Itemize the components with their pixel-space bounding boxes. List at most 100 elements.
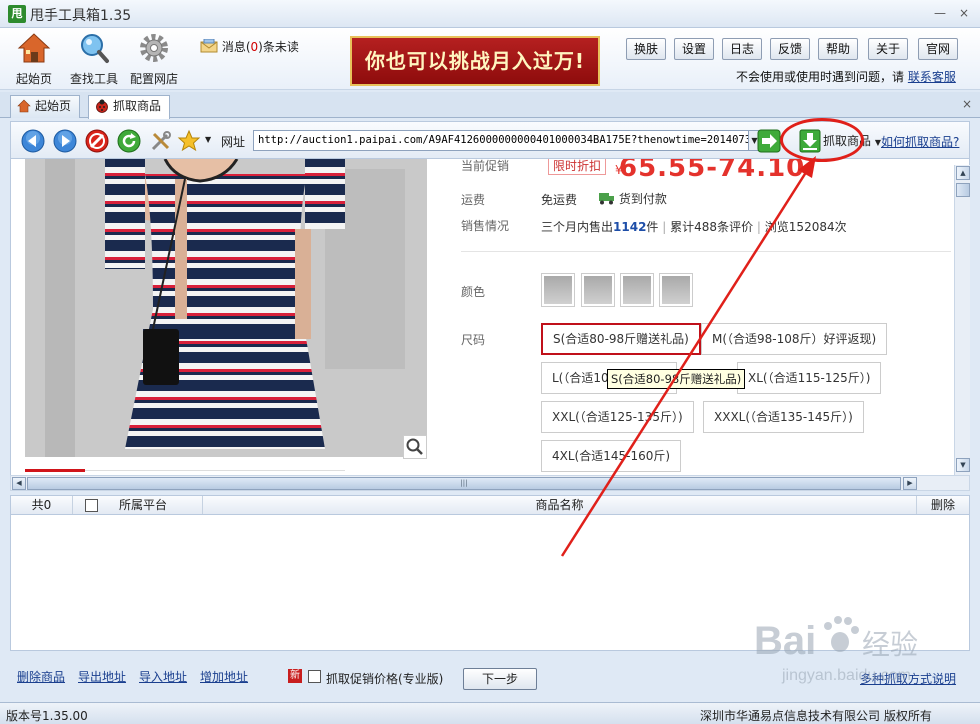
home-tool-button[interactable]: 起始页: [4, 32, 64, 88]
color-swatch[interactable]: [659, 273, 693, 307]
window-title: 甩手工具箱1.35: [30, 8, 132, 24]
settings-button[interactable]: 设置: [674, 38, 715, 60]
zoom-button[interactable]: [403, 435, 427, 459]
size-option-s[interactable]: S(合适80-98斤赠送礼品): [541, 323, 701, 355]
shipping-label: 运费: [461, 193, 486, 207]
size-option-xxl[interactable]: XXL(（合适125-135斤）): [541, 401, 694, 433]
ladybug-icon: [96, 99, 108, 113]
home-tool-label: 起始页: [15, 72, 52, 86]
tab-grab-products[interactable]: 抓取商品: [88, 95, 171, 119]
header: 起始页 查找工具 配置网店 消息(0)条未读 你也可以挑战月入过万! 换肤 设置…: [0, 28, 980, 90]
products-table-header: 共0 所属平台 商品名称 删除: [10, 495, 970, 515]
sales-suffix: 件: [646, 220, 659, 234]
tab-close-button[interactable]: ×: [962, 97, 972, 111]
howto-grab-link[interactable]: 如何抓取商品?: [881, 133, 959, 150]
grab-promo-price-label[interactable]: 抓取促销价格(专业版): [326, 670, 443, 687]
thumbnail-active-indicator: [25, 469, 85, 472]
title-bar: 甩 甩手工具箱1.35 — ×: [0, 0, 980, 28]
size-option-m[interactable]: M(（合适98-108斤）好评返现): [701, 323, 888, 355]
config-shop-button[interactable]: 配置网店: [124, 32, 184, 88]
scroll-left-button[interactable]: ◀: [12, 477, 26, 490]
help-notice: 不会使用或使用时遇到问题，请 联系客服: [736, 68, 956, 85]
forward-arrow-icon[interactable]: [53, 129, 77, 153]
section-divider: [461, 251, 951, 252]
config-shop-label: 配置网店: [129, 72, 178, 86]
scroll-down-button[interactable]: ▼: [956, 458, 970, 472]
baidu-watermark: Bai 经验 jingyan.baidu.com: [754, 616, 918, 684]
delete-column[interactable]: 删除: [917, 496, 969, 514]
watermark-suffix: 经验: [862, 628, 918, 661]
cod-badge: 货到付款: [599, 190, 667, 207]
url-input[interactable]: http://auction1.paipai.com/A9AF412600000…: [253, 130, 749, 151]
new-badge: 新: [288, 669, 302, 683]
tab-grab-label: 抓取商品: [113, 99, 162, 113]
feedback-button[interactable]: 反馈: [770, 38, 811, 60]
minimize-button[interactable]: —: [930, 4, 950, 22]
truck-icon: [599, 193, 614, 205]
horizontal-scroll-thumb[interactable]: |||: [27, 477, 901, 490]
favorite-star-icon[interactable]: [177, 129, 201, 153]
size-option-xxxl[interactable]: XXXL(（合适135-145斤）): [703, 401, 864, 433]
thumbnail-divider: [85, 470, 345, 471]
help-notice-text: 不会使用或使用时遇到问题，请: [736, 70, 905, 84]
close-window-button[interactable]: ×: [954, 4, 974, 22]
export-address-link[interactable]: 导出地址: [78, 668, 126, 685]
product-name-column[interactable]: 商品名称: [203, 496, 917, 514]
back-arrow-icon[interactable]: [21, 129, 45, 153]
select-all-checkbox[interactable]: [85, 499, 98, 512]
annotation-circle: [780, 118, 864, 162]
size-option-xl[interactable]: XL(（合适115-125斤）): [737, 362, 882, 394]
tab-home[interactable]: 起始页: [10, 95, 81, 118]
contact-support-link[interactable]: 联系客服: [908, 70, 956, 84]
find-tool-label: 查找工具: [69, 72, 118, 86]
views-prefix: 浏览: [764, 220, 789, 234]
website-button[interactable]: 官网: [918, 38, 959, 60]
paw-icon: [824, 616, 859, 652]
platform-column[interactable]: 所属平台: [103, 496, 203, 514]
log-button[interactable]: 日志: [722, 38, 763, 60]
color-swatch[interactable]: [581, 273, 615, 307]
dress-photo: [25, 159, 427, 457]
go-arrow-icon[interactable]: [757, 129, 781, 153]
size-tooltip: S(合适80-98斤赠送礼品): [607, 369, 746, 389]
promo-banner[interactable]: 你也可以挑战月入过万!: [350, 36, 600, 86]
reviews-suffix: 条评价: [717, 220, 754, 234]
add-address-link[interactable]: 增加地址: [200, 668, 248, 685]
vertical-scrollbar[interactable]: ▲ ▼: [954, 165, 970, 475]
refresh-icon[interactable]: [117, 129, 141, 153]
grab-promo-price-checkbox[interactable]: [308, 670, 321, 683]
delete-products-link[interactable]: 删除商品: [17, 668, 65, 685]
message-prefix: 消息(: [221, 40, 251, 54]
color-swatch[interactable]: [620, 273, 654, 307]
stop-icon[interactable]: [85, 129, 109, 153]
magnifier-icon: [406, 438, 423, 455]
size-label: 尺码: [461, 333, 486, 347]
help-button[interactable]: 帮助: [818, 38, 859, 60]
stat-separator: |: [756, 220, 761, 234]
sales-stats: 三个月内售出1142件 | 累计488条评价 | 浏览152084次: [541, 218, 847, 235]
next-step-button[interactable]: 下一步: [463, 668, 537, 690]
reviews-prefix: 累计: [670, 220, 695, 234]
envelope-icon: [200, 38, 218, 53]
scroll-up-button[interactable]: ▲: [956, 166, 970, 180]
skin-button[interactable]: 换肤: [626, 38, 667, 60]
about-button[interactable]: 关于: [868, 38, 909, 60]
tab-strip: 起始页 抓取商品: [0, 92, 980, 119]
horizontal-scrollbar[interactable]: ◀ ||| ▶: [10, 475, 970, 491]
vertical-scroll-thumb[interactable]: [956, 183, 970, 197]
color-label: 颜色: [461, 285, 486, 299]
scroll-right-button[interactable]: ▶: [903, 477, 917, 490]
size-option-4xl[interactable]: 4XL(合适145-160斤): [541, 440, 682, 472]
url-label: 网址: [221, 135, 246, 149]
import-address-link[interactable]: 导入地址: [139, 668, 187, 685]
message-indicator[interactable]: 消息(0)条未读: [200, 38, 299, 55]
price: 65.55-74.10: [619, 159, 806, 183]
tools-icon[interactable]: [149, 129, 173, 153]
watermark-brand: Bai: [754, 619, 816, 663]
product-image: [25, 159, 427, 457]
color-swatch[interactable]: [541, 273, 575, 307]
reviews-count[interactable]: 488: [694, 220, 717, 234]
find-tool-button[interactable]: 查找工具: [64, 32, 124, 88]
sales-label: 销售情况: [461, 219, 510, 233]
favorite-dropdown-icon[interactable]: ▼: [205, 135, 211, 144]
